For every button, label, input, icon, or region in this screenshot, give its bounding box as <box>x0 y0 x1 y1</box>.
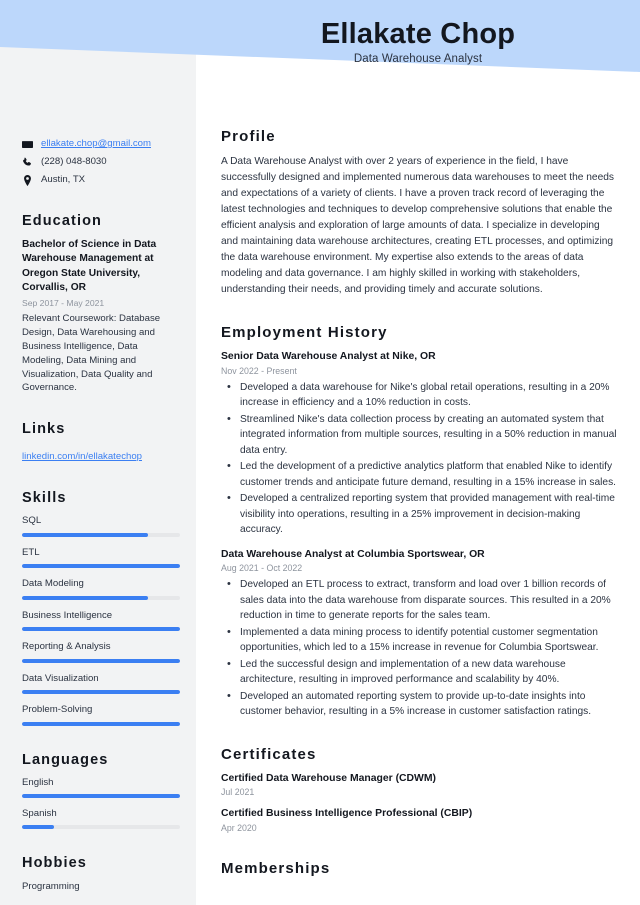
skill-label: SQL <box>22 515 42 527</box>
links-heading: Links <box>22 421 66 438</box>
bullet-item: Developed an automated reporting system … <box>221 688 618 720</box>
education-date: Sep 2017 - May 2021 <box>22 297 105 308</box>
skills-heading: Skills <box>22 490 67 507</box>
skill-bar-fill <box>22 532 149 537</box>
languages-list: English Spanish <box>22 777 180 830</box>
certificate-entry: Certified Data Warehouse Manager (CDWM) … <box>221 772 618 799</box>
employment-heading: Employment History <box>221 324 388 342</box>
bullet-item: Developed an ETL process to extract, tra… <box>221 576 618 624</box>
skill-item: Data Modeling <box>22 578 180 600</box>
skill-bar-track <box>22 690 180 695</box>
education-degree: Bachelor of Science in Data Warehouse Ma… <box>22 238 157 294</box>
employment-entry: Data Warehouse Analyst at Columbia Sport… <box>221 548 618 720</box>
contact-location-text: Austin, TX <box>41 173 86 185</box>
profile-heading: Profile <box>221 128 276 145</box>
contact-item-location: Austin, TX <box>22 174 180 187</box>
skill-label: Data Modeling <box>22 578 84 590</box>
contact-item-phone: (228) 048-8030 <box>22 156 180 169</box>
certificate-entry: Certified Business Intelligence Professi… <box>221 807 618 834</box>
bullet-item: Led the successful design and implementa… <box>221 656 618 688</box>
skill-item: Business Intelligence <box>22 609 180 632</box>
contact-phone-text: (228) 048-8030 <box>41 155 107 167</box>
skill-bar-fill <box>22 690 180 695</box>
hobbies-heading: Hobbies <box>22 855 87 872</box>
skill-bar-track <box>22 721 180 726</box>
skill-label: Problem-Solving <box>22 704 93 716</box>
certificates-heading: Certificates <box>221 745 317 763</box>
skill-item: Reporting & Analysis <box>22 641 180 663</box>
skill-bar-fill <box>22 595 149 600</box>
skill-bar-track <box>22 595 180 600</box>
employment-bullets: Developed a data warehouse for Nike's gl… <box>221 379 618 538</box>
employment-title: Data Warehouse Analyst at Columbia Sport… <box>221 548 485 560</box>
profile-text: A Data Warehouse Analyst with over 2 yea… <box>221 156 615 296</box>
language-bar-fill <box>22 825 54 830</box>
main-content: Profile A Data Warehouse Analyst with ov… <box>196 0 640 905</box>
skill-bar-fill <box>22 627 180 632</box>
skill-bar-track <box>22 564 180 569</box>
skill-bar-track <box>22 532 180 537</box>
phone-icon <box>22 156 33 168</box>
language-bar-track <box>22 825 180 830</box>
certificate-title: Certified Data Warehouse Manager (CDWM) <box>221 772 436 784</box>
hobby-item: Programming <box>22 881 80 893</box>
employment-date: Aug 2021 - Oct 2022 <box>221 563 303 574</box>
language-bar-track <box>22 793 180 798</box>
candidate-name: Ellakate Chop <box>320 18 516 50</box>
language-item: Spanish <box>22 807 180 830</box>
bullet-item: Developed a data warehouse for Nike's gl… <box>221 379 618 411</box>
skill-bar-track <box>22 658 180 663</box>
bullet-item: Streamlined Nike's data collection proce… <box>221 411 618 459</box>
language-bar-fill <box>22 793 180 798</box>
skill-label: Data Visualization <box>22 672 99 684</box>
contact-list: ellakate.chop@gmail.com (228) 048-8030 A… <box>22 138 180 187</box>
location-pin-icon <box>22 174 33 186</box>
employment-title: Senior Data Warehouse Analyst at Nike, O… <box>221 351 436 363</box>
skill-bar-track <box>22 627 180 632</box>
skill-label: Business Intelligence <box>22 609 113 621</box>
language-label: Spanish <box>22 807 57 819</box>
candidate-job-title: Data Warehouse Analyst <box>353 53 483 66</box>
skill-bar-fill <box>22 721 180 726</box>
education-heading: Education <box>22 212 102 229</box>
bullet-item: Implemented a data mining process to ide… <box>221 624 618 656</box>
employment-entry: Senior Data Warehouse Analyst at Nike, O… <box>221 350 618 537</box>
language-item: English <box>22 777 180 798</box>
skills-list: SQL ETL Data Modeling Business Intellige… <box>22 515 180 726</box>
education-entry: Bachelor of Science in Data Warehouse Ma… <box>22 238 180 395</box>
skill-bar-fill <box>22 564 180 569</box>
languages-heading: Languages <box>22 751 109 768</box>
link-item-linkedin[interactable]: linkedin.com/in/ellakatechop <box>22 451 142 462</box>
bullet-item: Developed a centralized reporting system… <box>221 490 618 538</box>
skill-item: Problem-Solving <box>22 704 180 726</box>
skill-label: ETL <box>22 546 40 558</box>
sidebar: ellakate.chop@gmail.com (228) 048-8030 A… <box>0 0 196 905</box>
certificate-date: Jul 2021 <box>221 787 255 798</box>
contact-email-link[interactable]: ellakate.chop@gmail.com <box>41 138 151 151</box>
employment-bullets: Developed an ETL process to extract, tra… <box>221 576 618 720</box>
certificate-title: Certified Business Intelligence Professi… <box>221 807 473 819</box>
skill-label: Reporting & Analysis <box>22 641 111 653</box>
contact-item-email: ellakate.chop@gmail.com <box>22 138 180 151</box>
skill-item: SQL <box>22 515 180 537</box>
skill-item: Data Visualization <box>22 672 180 695</box>
envelope-icon <box>22 138 33 150</box>
resume-page: Ellakate Chop Data Warehouse Analyst ell… <box>0 0 640 905</box>
memberships-heading: Memberships <box>221 860 331 878</box>
skill-bar-fill <box>22 658 180 663</box>
employment-date: Nov 2022 - Present <box>221 365 297 376</box>
skill-item: ETL <box>22 546 180 569</box>
certificate-date: Apr 2020 <box>221 822 257 833</box>
header-identity: Ellakate Chop Data Warehouse Analyst <box>196 18 640 65</box>
bullet-item: Led the development of a predictive anal… <box>221 458 618 490</box>
education-description: Relevant Coursework: Database Design, Da… <box>22 313 161 394</box>
language-label: English <box>22 776 54 788</box>
